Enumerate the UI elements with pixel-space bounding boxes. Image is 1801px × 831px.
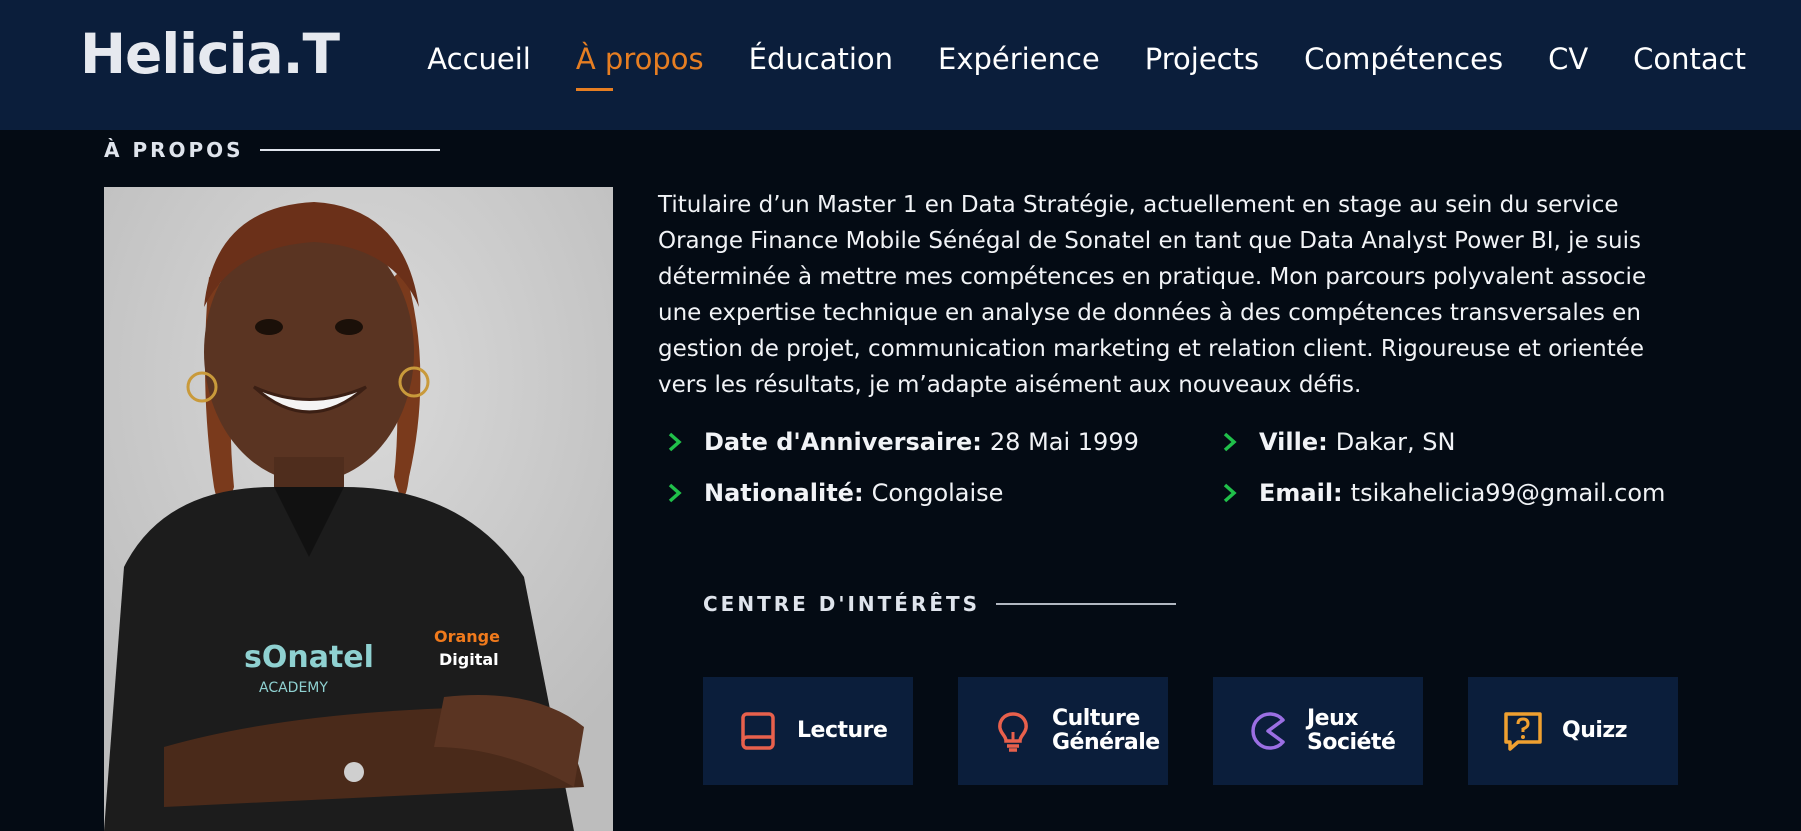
title-divider — [259, 149, 440, 151]
question-chat-icon — [1504, 712, 1542, 751]
interest-card-lecture[interactable]: Lecture — [703, 677, 913, 785]
info-email: Email: tsikahelicia99@gmail.com — [1221, 479, 1665, 507]
about-section-title: À PROPOS — [104, 138, 440, 162]
badge-top: Orange — [434, 627, 500, 646]
interest-label: Culture Générale — [1052, 706, 1160, 755]
city-value: Dakar, SN — [1335, 428, 1456, 456]
info-birthday: Date d'Anniversaire: 28 Mai 1999 — [666, 428, 1139, 456]
badge-bottom: Digital — [439, 650, 499, 669]
email-value[interactable]: tsikahelicia99@gmail.com — [1351, 479, 1666, 507]
chevron-right-icon — [1223, 483, 1237, 503]
birthday-label: Date d'Anniversaire: — [704, 428, 982, 456]
bio-paragraph: Titulaire d’un Master 1 en Data Stratégi… — [658, 192, 1647, 398]
about-title-text: À PROPOS — [104, 138, 244, 162]
city-label: Ville: — [1259, 428, 1328, 456]
title-divider — [996, 603, 1177, 605]
site-logo[interactable]: Helicia.T — [80, 22, 340, 86]
interest-label: Jeux Société — [1307, 706, 1396, 755]
nav-accueil[interactable]: Accueil — [427, 42, 531, 76]
interest-card-culture[interactable]: Culture Générale — [958, 677, 1168, 785]
nav-contact[interactable]: Contact — [1633, 42, 1746, 76]
info-nationality: Nationalité: Congolaise — [666, 479, 1003, 507]
nationality-label: Nationalité: — [704, 479, 864, 507]
chevron-right-icon — [668, 432, 682, 452]
birthday-value: 28 Mai 1999 — [989, 428, 1139, 456]
nav-cv[interactable]: CV — [1548, 42, 1588, 76]
site-header: Helicia.T Accueil À propos Éducation Exp… — [0, 0, 1801, 130]
chevron-right-icon — [1223, 432, 1237, 452]
chevron-right-icon — [668, 483, 682, 503]
nav-projects[interactable]: Projects — [1145, 42, 1259, 76]
book-icon — [741, 712, 775, 750]
nav-a-propos[interactable]: À propos — [575, 42, 704, 91]
interest-card-quizz[interactable]: Quizz — [1468, 677, 1678, 785]
interests-title-text: CENTRE D'INTÉRÊTS — [703, 592, 981, 616]
interest-label: Lecture — [797, 718, 888, 743]
profile-photo: sOnatel ACADEMY Orange Digital — [104, 187, 613, 831]
info-city: Ville: Dakar, SN — [1221, 428, 1455, 456]
pacman-icon — [1251, 712, 1285, 750]
shirt-brand: sOnatel — [244, 640, 374, 675]
email-label: Email: — [1259, 479, 1343, 507]
nav-education[interactable]: Éducation — [749, 42, 893, 76]
nationality-value: Congolaise — [871, 479, 1004, 507]
interest-card-jeux[interactable]: Jeux Société — [1213, 677, 1423, 785]
nav-experience[interactable]: Expérience — [938, 42, 1100, 76]
interest-label: Quizz — [1562, 718, 1628, 743]
nav-competences[interactable]: Compétences — [1304, 42, 1503, 76]
lightbulb-icon — [998, 712, 1028, 752]
interests-section-title: CENTRE D'INTÉRÊTS — [703, 592, 1177, 616]
shirt-sub: ACADEMY — [259, 680, 328, 696]
main-nav: Accueil À propos Éducation Expérience Pr… — [427, 42, 1746, 91]
